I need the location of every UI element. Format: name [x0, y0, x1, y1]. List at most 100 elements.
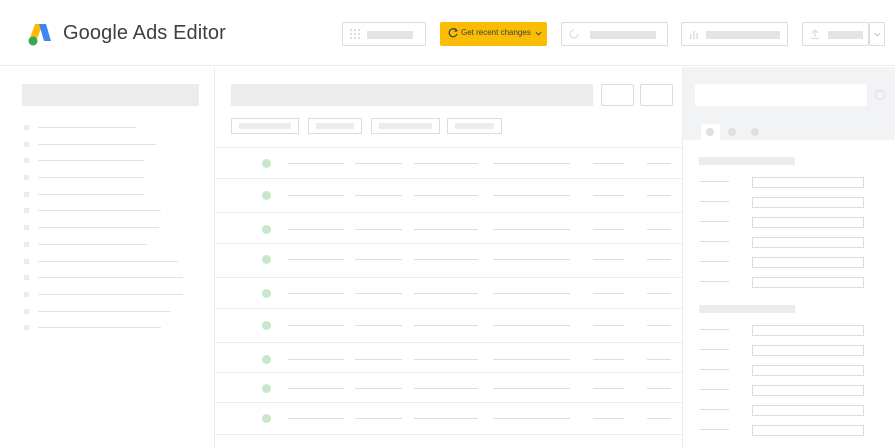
statistics-label-placeholder [706, 31, 780, 39]
field-label [700, 369, 729, 370]
accounts-button-label-placeholder [367, 31, 413, 39]
tree-item[interactable] [38, 261, 178, 262]
field-input[interactable] [752, 217, 864, 228]
post-button[interactable] [802, 22, 869, 46]
upload-icon [811, 29, 819, 40]
check-changes-button[interactable] [561, 22, 668, 46]
field-input[interactable] [752, 365, 864, 376]
tree-node-icon [24, 225, 29, 230]
tree-node-icon [24, 325, 29, 330]
chevron-down-icon[interactable] [535, 30, 542, 37]
tree-node-icon [24, 208, 29, 213]
tree-node-icon [24, 292, 29, 297]
table-row[interactable] [215, 213, 683, 244]
field-label [700, 429, 729, 430]
status-enabled-icon [262, 191, 271, 200]
tree-node-icon [24, 125, 29, 130]
field-input[interactable] [752, 257, 864, 268]
section-heading-placeholder [699, 157, 795, 165]
tree-item[interactable] [38, 177, 144, 178]
tree-item[interactable] [38, 294, 183, 295]
field-label [700, 409, 729, 410]
field-label [700, 281, 729, 282]
field-input[interactable] [752, 197, 864, 208]
tree-item[interactable] [38, 327, 161, 328]
table-row[interactable] [215, 278, 683, 309]
grid-filter-chip[interactable] [231, 118, 299, 134]
tree-search-placeholder[interactable] [22, 84, 199, 106]
data-grid-panel [215, 67, 683, 448]
statistics-button[interactable] [681, 22, 788, 46]
field-input[interactable] [752, 237, 864, 248]
accounts-button[interactable] [342, 22, 426, 46]
tree-node-icon [24, 275, 29, 280]
edit-panel-help-icon[interactable] [875, 90, 885, 100]
table-row[interactable] [215, 373, 683, 403]
status-enabled-icon [262, 355, 271, 364]
check-changes-label-placeholder [590, 31, 656, 39]
edit-panel-tab[interactable] [746, 124, 765, 140]
status-enabled-icon [262, 159, 271, 168]
field-input[interactable] [752, 177, 864, 188]
status-enabled-icon [262, 321, 271, 330]
field-input[interactable] [752, 325, 864, 336]
sync-icon [569, 29, 579, 39]
tree-node-icon [24, 175, 29, 180]
account-tree-panel [0, 67, 215, 448]
status-enabled-icon [262, 289, 271, 298]
table-row[interactable] [215, 309, 683, 343]
field-input[interactable] [752, 345, 864, 356]
tree-item[interactable] [38, 277, 183, 278]
edit-panel-search-field[interactable] [695, 84, 867, 106]
status-enabled-icon [262, 225, 271, 234]
field-label [700, 349, 729, 350]
tree-item[interactable] [38, 210, 161, 211]
chevron-down-icon [874, 32, 881, 37]
tree-item[interactable] [38, 127, 136, 128]
tree-item[interactable] [38, 144, 156, 145]
table-row[interactable] [215, 244, 683, 278]
tree-node-icon [24, 158, 29, 163]
edit-panel-content [683, 140, 895, 448]
field-input[interactable] [752, 385, 864, 396]
post-options-button[interactable] [869, 22, 885, 46]
app-title: Google Ads Editor [63, 22, 226, 44]
tree-node-icon [24, 309, 29, 314]
tree-item[interactable] [38, 160, 144, 161]
tree-node-icon [24, 242, 29, 247]
field-input[interactable] [752, 277, 864, 288]
tree-item[interactable] [38, 227, 159, 228]
field-label [700, 221, 729, 222]
grid-filter-chip[interactable] [308, 118, 362, 134]
field-input[interactable] [752, 405, 864, 416]
field-input[interactable] [752, 425, 864, 436]
field-label [700, 181, 729, 182]
field-label [700, 261, 729, 262]
refresh-icon [448, 28, 458, 38]
table-row[interactable] [215, 403, 683, 435]
table-row[interactable] [215, 179, 683, 213]
table-row[interactable] [215, 148, 683, 179]
grid-filter-chip[interactable] [447, 118, 502, 134]
status-enabled-icon [262, 384, 271, 393]
get-recent-changes-label: Get recent changes [461, 28, 531, 37]
edit-panel-tab[interactable] [701, 124, 720, 140]
grid-filter-chip[interactable] [371, 118, 440, 134]
google-ads-logo-icon [28, 24, 51, 46]
field-label [700, 201, 729, 202]
tree-item[interactable] [38, 244, 147, 245]
grid-filter-bar[interactable] [231, 84, 593, 106]
field-label [700, 329, 729, 330]
edit-panel-tab[interactable] [723, 124, 742, 140]
get-recent-changes-button[interactable]: Get recent changes [440, 22, 547, 46]
section-heading-placeholder [699, 305, 795, 313]
table-row[interactable] [215, 343, 683, 373]
status-enabled-icon [262, 255, 271, 264]
grid-action-button[interactable] [601, 84, 634, 106]
tree-node-icon [24, 192, 29, 197]
tree-item[interactable] [38, 194, 144, 195]
status-enabled-icon [262, 414, 271, 423]
tree-node-icon [24, 142, 29, 147]
tree-item[interactable] [38, 311, 171, 312]
grid-action-button[interactable] [640, 84, 673, 106]
